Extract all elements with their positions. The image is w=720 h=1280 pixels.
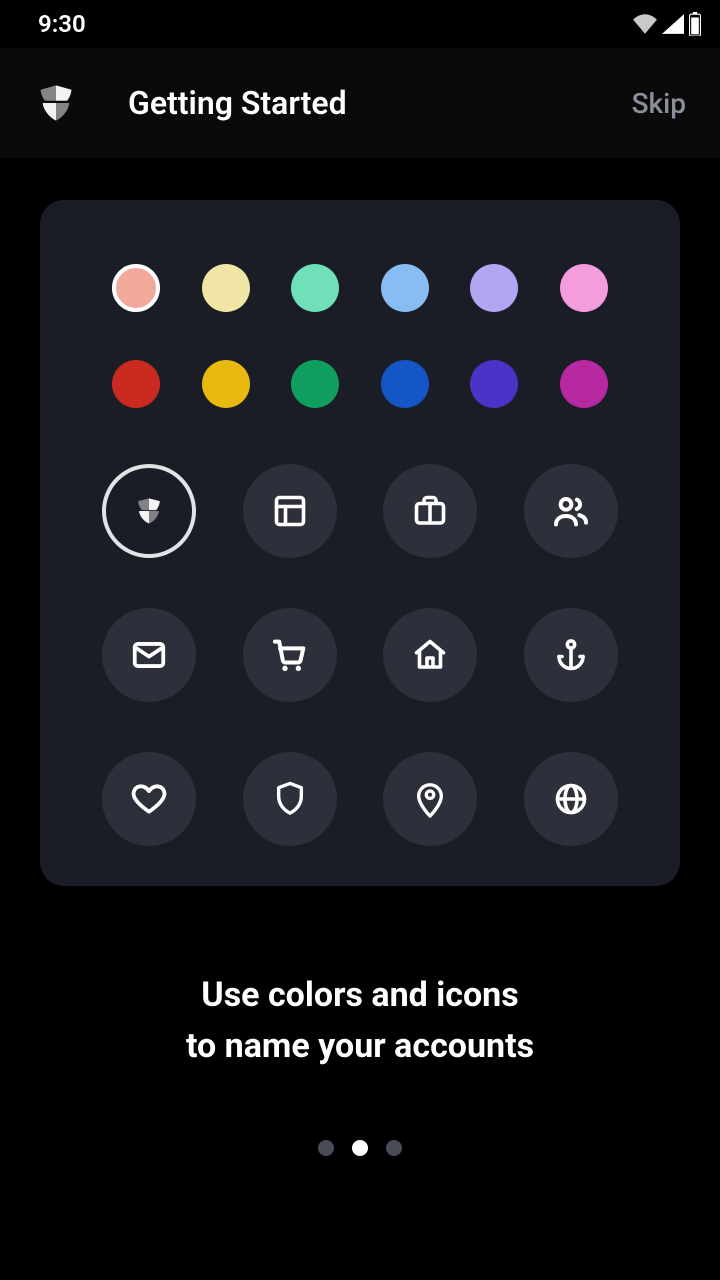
cart-icon xyxy=(270,635,310,675)
color-swatch-1[interactable] xyxy=(202,264,250,312)
globe-icon-option[interactable] xyxy=(524,752,618,846)
battery-icon xyxy=(688,12,702,36)
color-swatch-3[interactable] xyxy=(381,264,429,312)
customize-card xyxy=(40,200,680,886)
globe-icon xyxy=(553,781,589,817)
heart-icon-option[interactable] xyxy=(102,752,196,846)
caption-text: Use colors and icons to name your accoun… xyxy=(40,970,680,1072)
status-time: 9:30 xyxy=(38,10,86,38)
anchor-icon xyxy=(553,637,589,673)
users-icon-option[interactable] xyxy=(524,464,618,558)
color-swatch-10[interactable] xyxy=(470,360,518,408)
anchor-icon-option[interactable] xyxy=(524,608,618,702)
page-dot-2[interactable] xyxy=(386,1140,402,1156)
color-swatch-4[interactable] xyxy=(470,264,518,312)
heart-icon xyxy=(130,780,168,818)
layout-icon xyxy=(272,493,308,529)
shield-outline-icon xyxy=(273,780,307,818)
briefcase-icon xyxy=(412,493,448,529)
mail-icon xyxy=(130,636,168,674)
icon-grid xyxy=(82,464,638,846)
color-swatch-0[interactable] xyxy=(112,264,160,312)
status-bar: 9:30 xyxy=(0,0,720,48)
app-logo-icon xyxy=(34,81,78,125)
users-icon xyxy=(551,491,591,531)
signal-icon xyxy=(662,14,684,34)
skip-button[interactable]: Skip xyxy=(632,87,686,120)
color-swatch-7[interactable] xyxy=(202,360,250,408)
color-swatch-11[interactable] xyxy=(560,360,608,408)
layout-icon-option[interactable] xyxy=(243,464,337,558)
color-swatch-5[interactable] xyxy=(560,264,608,312)
shield-icon xyxy=(131,493,167,529)
page-indicator xyxy=(0,1140,720,1156)
home-icon xyxy=(412,637,448,673)
home-icon-option[interactable] xyxy=(383,608,477,702)
header-bar: Getting Started Skip xyxy=(0,48,720,158)
cart-icon-option[interactable] xyxy=(243,608,337,702)
color-grid xyxy=(82,264,638,408)
color-swatch-8[interactable] xyxy=(291,360,339,408)
color-swatch-9[interactable] xyxy=(381,360,429,408)
page-dot-0[interactable] xyxy=(318,1140,334,1156)
color-swatch-6[interactable] xyxy=(112,360,160,408)
briefcase-icon-option[interactable] xyxy=(383,464,477,558)
page-title: Getting Started xyxy=(128,84,632,122)
wifi-icon xyxy=(632,14,658,34)
pin-icon-option[interactable] xyxy=(383,752,477,846)
color-swatch-2[interactable] xyxy=(291,264,339,312)
shield-icon-option[interactable] xyxy=(102,464,196,558)
status-indicators xyxy=(632,12,702,36)
page-dot-1[interactable] xyxy=(352,1140,368,1156)
pin-icon xyxy=(413,779,447,819)
mail-icon-option[interactable] xyxy=(102,608,196,702)
shield-outline-icon-option[interactable] xyxy=(243,752,337,846)
